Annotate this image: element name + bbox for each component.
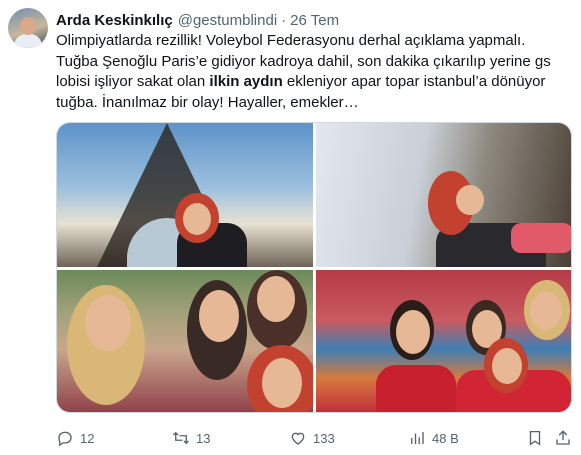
tweet[interactable]: Arda Keskinkılıç @gestumblindi · 26 Tem …: [0, 0, 581, 455]
photo-figure: [376, 365, 456, 412]
reply-count: 12: [80, 430, 95, 446]
photo-paris-street[interactable]: [316, 123, 571, 267]
photo-figure-face: [85, 295, 131, 351]
photo-team-court[interactable]: [316, 270, 571, 412]
heart-icon: [291, 432, 305, 445]
photo-figure-face: [262, 358, 302, 408]
share-icon: [556, 430, 570, 445]
photo-figure-face: [530, 292, 562, 330]
photo-figure-face: [492, 348, 522, 384]
photo-eiffel-selfie[interactable]: [57, 123, 313, 267]
like-button[interactable]: 133: [289, 428, 335, 448]
avatar-figure: [14, 34, 42, 48]
separator-dot: ·: [281, 11, 287, 29]
photo-figure-face: [396, 310, 430, 354]
photo-figure-face: [183, 203, 211, 235]
views-button[interactable]: 48 B: [408, 428, 459, 448]
retweet-button[interactable]: 13: [172, 428, 210, 448]
photo-figure-face: [199, 290, 239, 342]
views-icon: [411, 432, 424, 444]
bookmark-button[interactable]: [526, 428, 544, 448]
bookmark-icon: [529, 430, 541, 446]
action-bar: 12 13 133 48 B: [56, 428, 572, 448]
avatar[interactable]: [8, 8, 48, 48]
media-grid: [56, 122, 572, 413]
retweet-count: 13: [196, 430, 211, 446]
tweet-text: Olimpiyatlarda rezillik! Voleybol Federa…: [56, 31, 571, 113]
share-button[interactable]: [554, 428, 572, 448]
tweet-timestamp[interactable]: 26 Tem: [290, 12, 339, 29]
author-name[interactable]: Arda Keskinkılıç: [56, 12, 173, 29]
photo-team-selfie[interactable]: [57, 270, 313, 412]
photo-object: [511, 223, 571, 253]
photo-figure-face: [257, 276, 295, 322]
views-count: 48 B: [432, 430, 459, 446]
retweet-icon: [173, 431, 189, 445]
reply-icon: [58, 431, 72, 447]
tweet-header: Arda Keskinkılıç @gestumblindi · 26 Tem: [56, 11, 339, 29]
like-count: 133: [313, 430, 335, 446]
avatar-face: [20, 17, 36, 35]
reply-button[interactable]: 12: [56, 428, 94, 448]
photo-figure-face: [456, 185, 484, 215]
tweet-text-highlight: ilkin aydın: [209, 73, 283, 90]
author-handle[interactable]: @gestumblindi: [178, 12, 277, 29]
